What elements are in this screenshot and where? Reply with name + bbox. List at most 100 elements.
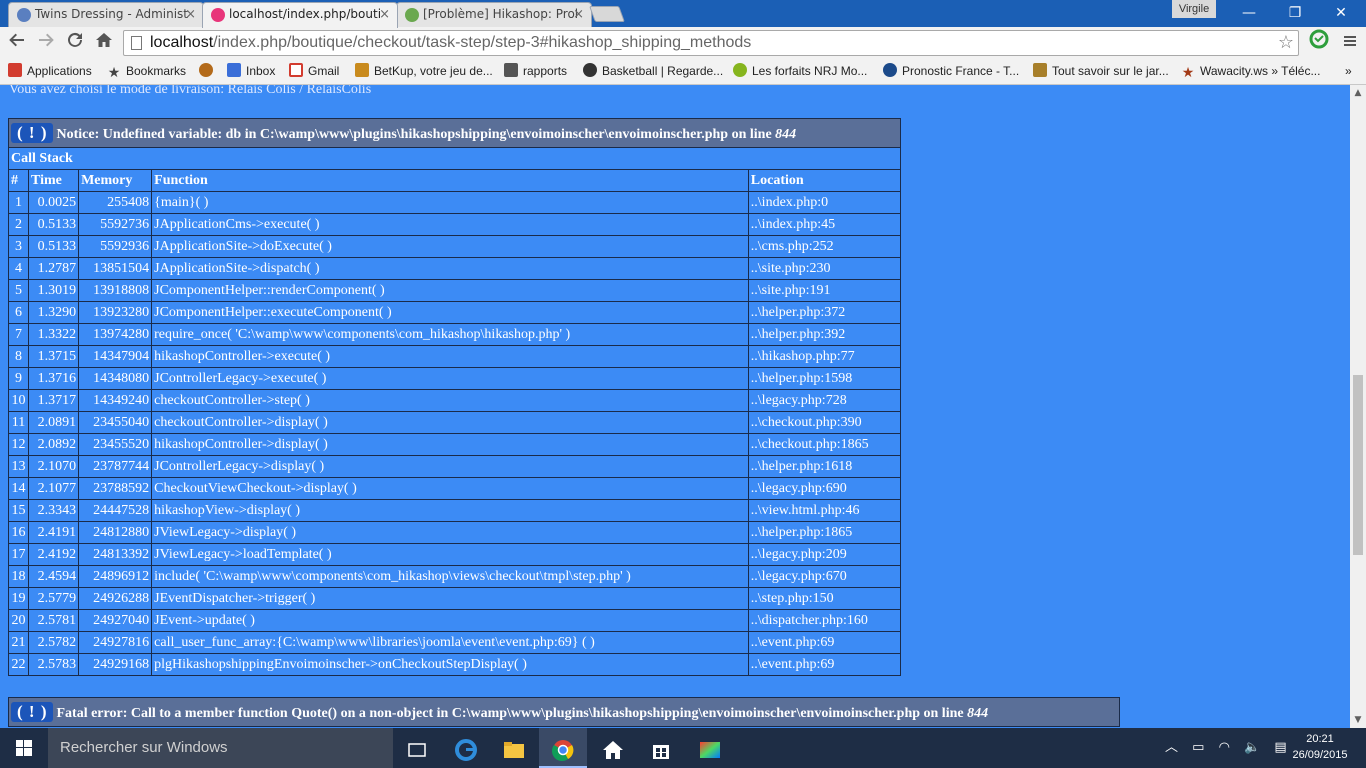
- task-view-button[interactable]: [393, 728, 441, 768]
- stack-index: 10: [7, 389, 30, 412]
- store-bag-icon: [653, 744, 669, 759]
- stack-index: 8: [7, 345, 30, 368]
- stack-memory: 24447528: [78, 499, 153, 522]
- stack-location: ..\site.php:191: [747, 279, 902, 302]
- globe-icon: [199, 63, 213, 77]
- start-button[interactable]: [0, 728, 48, 768]
- bookmark-pronostic[interactable]: Pronostic France - T...: [883, 63, 1019, 79]
- system-tray: ︿ ▭ ◠ 🔈 ▤: [1165, 728, 1287, 768]
- stack-function: {main}( ): [151, 191, 749, 214]
- bookmark-gmail[interactable]: Gmail: [289, 63, 339, 79]
- minimize-button[interactable]: —: [1226, 0, 1272, 26]
- windows-search-box[interactable]: Rechercher sur Windows: [48, 728, 393, 768]
- stack-location: ..\legacy.php:690: [747, 477, 902, 500]
- close-window-button[interactable]: ✕: [1318, 0, 1364, 26]
- menu-button[interactable]: [1337, 27, 1363, 59]
- stack-time: 0.5133: [28, 235, 80, 258]
- taskbar: Rechercher sur Windows ︿ ▭ ◠ 🔈 ▤ 20:21 2…: [0, 728, 1366, 768]
- scroll-down-icon[interactable]: ▼: [1350, 712, 1366, 728]
- column-header: Location: [747, 169, 902, 192]
- folder-icon: [504, 741, 524, 758]
- home-button[interactable]: [91, 27, 117, 59]
- back-arrow-icon: [9, 33, 24, 47]
- betkup-icon: [355, 63, 369, 77]
- back-button[interactable]: [4, 27, 30, 59]
- color-app-button[interactable]: [686, 728, 734, 768]
- fatal-header: ( ! ) Fatal error: Call to a member funct…: [8, 697, 1120, 727]
- stack-memory: 14349240: [78, 389, 153, 412]
- extension-button[interactable]: [1306, 27, 1332, 59]
- forward-button[interactable]: [33, 27, 59, 59]
- stack-memory: 13851504: [78, 257, 153, 280]
- scrollbar-thumb[interactable]: [1353, 375, 1363, 555]
- tab-twins-dressing[interactable]: Twins Dressing - Administ ×: [8, 2, 204, 27]
- chrome-button[interactable]: [539, 728, 587, 768]
- stack-index: 7: [7, 323, 30, 346]
- stack-index: 21: [7, 631, 30, 654]
- show-hidden-icons-icon[interactable]: ︿: [1165, 740, 1178, 755]
- warning-icon: ( ! ): [11, 123, 54, 143]
- bookmark-wawacity[interactable]: ★ Wawacity.ws » Téléc...: [1181, 63, 1321, 79]
- bookmark-star-icon[interactable]: ☆: [1278, 31, 1294, 55]
- new-tab-button[interactable]: [589, 6, 625, 22]
- bookmark-betkup[interactable]: BetKup, votre jeu de...: [355, 63, 493, 79]
- file-explorer-button[interactable]: [490, 728, 538, 768]
- table-row: 9 1.3716 14348080 JControllerLegacy->execut…: [7, 367, 902, 390]
- tab-hikashop-forum[interactable]: [Problème] Hikashop: Prol ×: [396, 2, 592, 27]
- gmail-icon: [289, 63, 303, 77]
- restore-button[interactable]: ❐: [1272, 0, 1318, 26]
- address-bar[interactable]: localhost/index.php/boutique/checkout/ta…: [123, 30, 1299, 56]
- bookmark-globe[interactable]: [199, 63, 218, 79]
- stack-time: 2.5783: [28, 653, 80, 676]
- stack-function: JComponentHelper::renderComponent( ): [151, 279, 749, 302]
- table-row: 11 2.0891 23455040 checkoutController->disp…: [7, 411, 902, 434]
- stack-location: ..\legacy.php:209: [747, 543, 902, 566]
- close-icon[interactable]: ×: [185, 3, 196, 26]
- table-row: 1 0.0025 255408 {main}( ) ..\index.php:0: [7, 191, 902, 214]
- clock[interactable]: 20:21 26/09/2015: [1280, 731, 1360, 763]
- scroll-up-icon[interactable]: ▲: [1350, 85, 1366, 101]
- stack-function: call_user_func_array:{C:\wamp\www\librar…: [151, 631, 749, 654]
- table-row: 22 2.5783 24929168 plgHikashopshippingEnvoi…: [7, 653, 902, 676]
- bookmark-inbox[interactable]: Inbox: [227, 63, 275, 79]
- bookmark-basketball[interactable]: Basketball | Regarde...: [583, 63, 723, 79]
- stack-index: 13: [7, 455, 30, 478]
- bookmark-jardin[interactable]: Tout savoir sur le jar...: [1033, 63, 1169, 79]
- vertical-scrollbar[interactable]: ▲ ▼: [1350, 85, 1366, 728]
- bookmarks-overflow-button[interactable]: »: [1345, 63, 1352, 79]
- star-icon: ★: [107, 64, 121, 80]
- close-icon[interactable]: ×: [573, 3, 584, 26]
- store-button[interactable]: [637, 728, 685, 768]
- reload-button[interactable]: [62, 27, 88, 59]
- bookmark-nrj[interactable]: Les forfaits NRJ Mo...: [733, 63, 867, 79]
- stack-index: 5: [7, 279, 30, 302]
- user-profile-button[interactable]: Virgile: [1172, 0, 1216, 18]
- stack-time: 0.5133: [28, 213, 80, 236]
- close-icon[interactable]: ×: [379, 3, 390, 26]
- tab-localhost[interactable]: localhost/index.php/bouti ×: [202, 2, 398, 28]
- battery-icon[interactable]: ▭: [1192, 740, 1204, 755]
- home-app-button[interactable]: [589, 728, 637, 768]
- bookmark-rapports[interactable]: rapports: [504, 63, 567, 79]
- tab-label: localhost/index.php/bouti: [229, 7, 382, 21]
- bookmark-bookmarks[interactable]: ★ Bookmarks: [107, 63, 186, 79]
- chrome-icon: [552, 739, 574, 761]
- column-header: Memory: [78, 169, 153, 192]
- stack-location: ..\hikashop.php:77: [747, 345, 902, 368]
- tab-label: Twins Dressing - Administ: [35, 7, 189, 21]
- stack-memory: 24896912: [78, 565, 153, 588]
- stack-time: 1.3322: [28, 323, 80, 346]
- stack-memory: 24927816: [78, 631, 153, 654]
- wifi-icon[interactable]: ◠: [1219, 740, 1230, 755]
- notice-line: 844: [775, 127, 797, 142]
- joomla-icon: [17, 8, 31, 22]
- stack-memory: 23455520: [78, 433, 153, 456]
- volume-icon[interactable]: 🔈: [1244, 740, 1260, 755]
- edge-button[interactable]: [442, 728, 490, 768]
- xdebug-notice-table: ( ! ) Notice: Undefined variable: db in C…: [7, 118, 902, 676]
- stack-location: ..\checkout.php:1865: [747, 433, 902, 456]
- stack-time: 1.3290: [28, 301, 80, 324]
- stack-location: ..\view.html.php:46: [747, 499, 902, 522]
- bookmark-applications[interactable]: Applications: [8, 63, 92, 79]
- reload-icon: [68, 32, 82, 47]
